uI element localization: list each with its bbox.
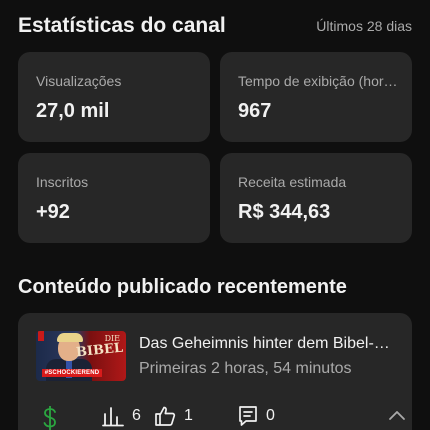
views-metric[interactable]: 6 <box>102 405 141 427</box>
thumbnail-figure-hair <box>57 333 83 342</box>
stat-card-watch-time[interactable]: Tempo de exibição (horas) 967 <box>220 52 412 142</box>
stat-value: +92 <box>36 201 70 223</box>
video-metrics-bar: 6 1 0 <box>18 405 412 430</box>
stat-card-revenue[interactable]: Receita estimada R$ 344,63 <box>220 153 412 243</box>
chevron-up-icon <box>389 411 405 420</box>
views-count: 6 <box>132 407 141 424</box>
recent-content-title: Conteúdo publicado recentemente <box>18 276 347 298</box>
stat-label: Receita estimada <box>238 174 347 190</box>
stat-label: Tempo de exibição (horas) <box>238 73 400 89</box>
date-range-label[interactable]: Últimos 28 dias <box>316 18 412 34</box>
expand-button[interactable] <box>388 409 406 421</box>
channel-analytics-page: Estatísticas do canal Últimos 28 dias Vi… <box>0 0 430 430</box>
stat-card-subscribers[interactable]: Inscritos +92 <box>18 153 210 243</box>
comments-metric[interactable]: 0 <box>238 405 275 427</box>
stat-value: R$ 344,63 <box>238 201 331 223</box>
likes-metric[interactable]: 1 <box>154 405 193 427</box>
stat-value: 27,0 mil <box>36 100 110 122</box>
thumbs-up-icon <box>155 406 176 426</box>
thumbnail-text-main: BIBEL <box>75 340 124 361</box>
stats-header: Estatísticas do canal Últimos 28 dias <box>18 14 412 38</box>
recent-video-card[interactable]: DIE BIBEL #SCHOCKIEREND Das Geheimnis hi… <box>18 313 412 430</box>
bar-chart-icon <box>102 407 124 427</box>
comment-icon <box>239 406 257 426</box>
video-thumbnail[interactable]: DIE BIBEL #SCHOCKIEREND <box>36 331 126 381</box>
thumbnail-banner: #SCHOCKIEREND <box>42 369 102 377</box>
comments-count: 0 <box>266 407 275 424</box>
stat-value: 967 <box>238 100 272 122</box>
page-title: Estatísticas do canal <box>18 14 226 37</box>
thumbnail-accent <box>38 331 44 341</box>
stat-label: Visualizações <box>36 73 122 89</box>
dollar-icon <box>43 406 56 430</box>
stat-card-views[interactable]: Visualizações 27,0 mil <box>18 52 210 142</box>
likes-count: 1 <box>184 407 193 424</box>
stat-label: Inscritos <box>36 174 89 190</box>
video-title[interactable]: Das Geheimnis hinter dem Bibel-Code <box>139 335 397 353</box>
video-meta: Primeiras 2 horas, 54 minutos <box>139 360 352 377</box>
revenue-metric[interactable] <box>42 405 58 430</box>
